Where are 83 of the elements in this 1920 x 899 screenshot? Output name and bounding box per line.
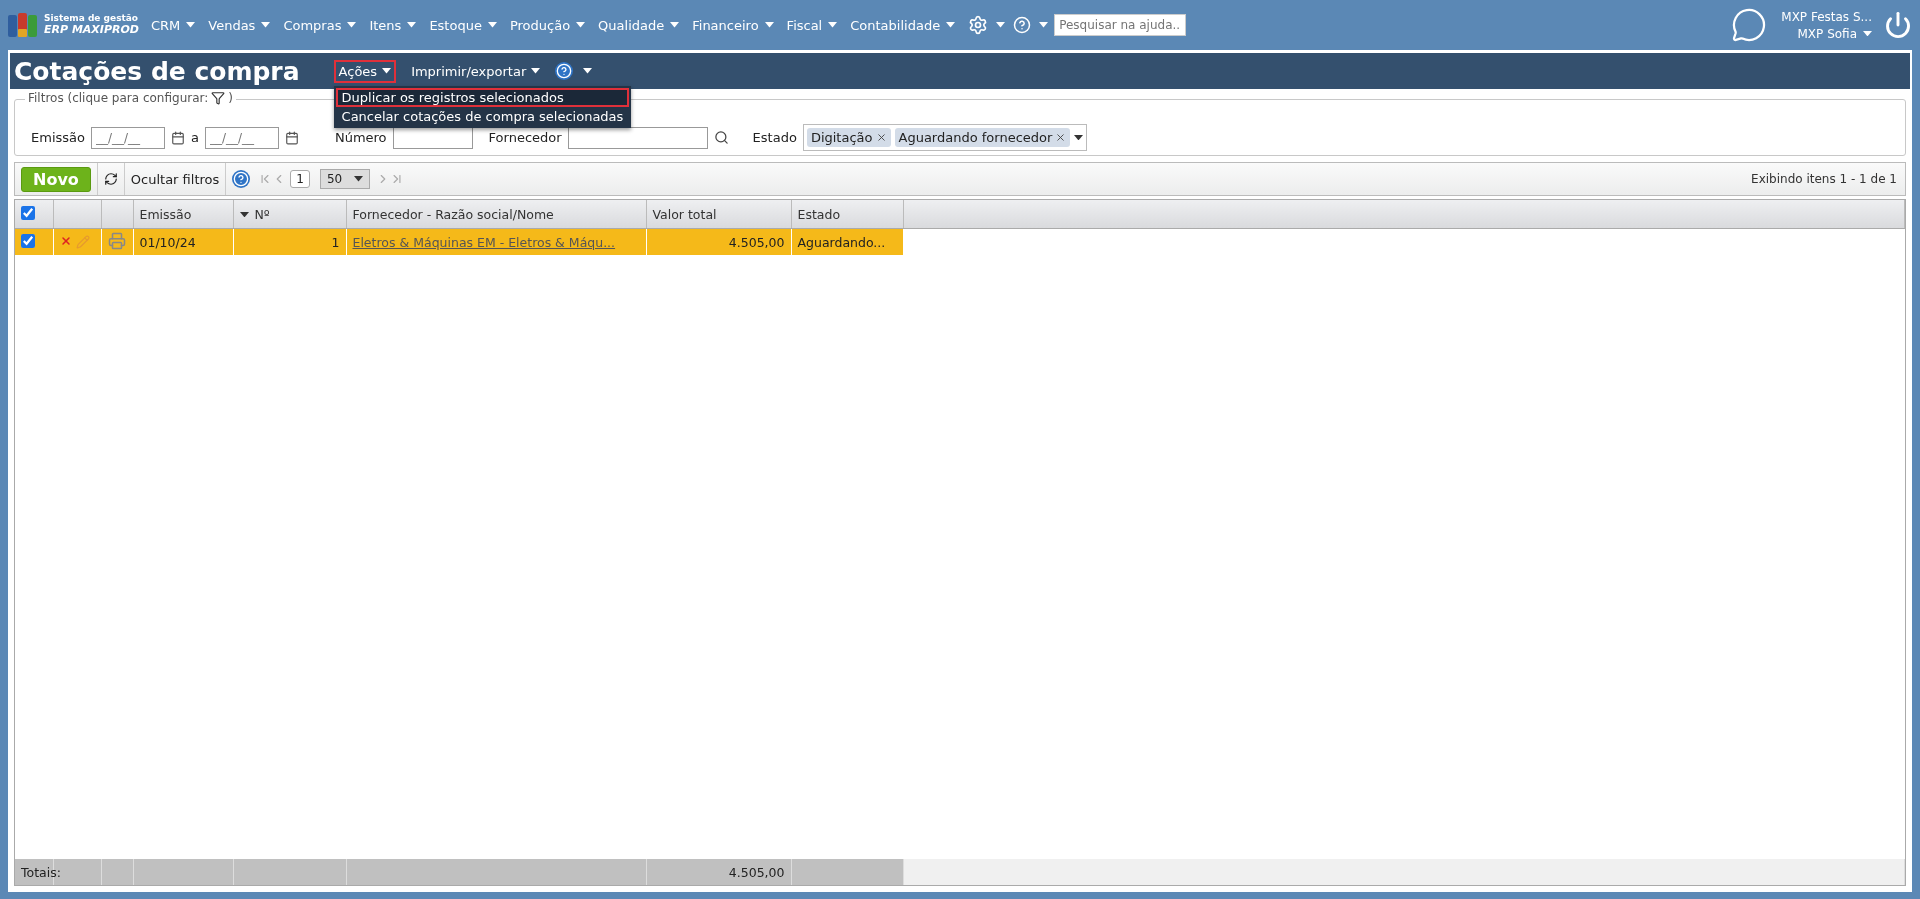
- caret-icon: [1074, 134, 1084, 141]
- table-cell: 4.505,00: [728, 234, 785, 250]
- filter-label: Estado: [752, 130, 797, 145]
- export-menu[interactable]: Imprimir/exportar: [406, 59, 546, 83]
- remove-icon[interactable]: [1055, 132, 1067, 143]
- nav-menu-item[interactable]: Qualidade: [598, 17, 680, 33]
- calendar-icon: [284, 130, 299, 145]
- brand-name: ERP MAXIPROD: [44, 23, 139, 36]
- sort-icon: [239, 211, 249, 218]
- range-separator: a: [190, 130, 199, 145]
- nav-menu-item[interactable]: Produção: [509, 17, 586, 33]
- status-tag[interactable]: Aguardando fornecedor: [894, 128, 1071, 147]
- status-select[interactable]: Digitação Aguardando fornecedor: [802, 124, 1088, 151]
- settings-caret-icon: [996, 22, 1006, 28]
- page-number-field[interactable]: 1: [290, 170, 310, 188]
- caret-icon: [764, 22, 774, 28]
- table-cell: 1: [331, 234, 340, 250]
- help-icon[interactable]: [555, 62, 574, 80]
- legend-paren: ): [228, 91, 233, 105]
- caret-icon: [186, 22, 196, 28]
- nav-menu-item[interactable]: Itens: [369, 17, 417, 33]
- caret-icon: [354, 176, 364, 182]
- table-cell: 01/10/24: [139, 234, 196, 250]
- settings-icon: [968, 15, 989, 35]
- refresh-icon: [103, 172, 118, 186]
- caret-icon: [531, 68, 541, 74]
- caret-icon: [1863, 30, 1872, 37]
- status-tag[interactable]: Digitação: [806, 128, 891, 147]
- filter-label: Fornecedor: [488, 130, 562, 145]
- dropdown-item[interactable]: Cancelar cotações de compra selecionadas: [335, 106, 630, 126]
- calendar-icon: [170, 130, 185, 145]
- caret-icon: [576, 22, 586, 28]
- help-caret-icon: [1039, 22, 1049, 28]
- company-name: MXP Festas S...: [1781, 9, 1872, 24]
- printer-icon: [107, 231, 126, 250]
- nav-menu-item[interactable]: Financeiro: [692, 17, 774, 33]
- row-checkbox[interactable]: [21, 233, 35, 248]
- caret-icon: [828, 22, 838, 28]
- caret-icon: [946, 22, 956, 28]
- actions-menu[interactable]: Ações: [333, 59, 397, 83]
- supplier-field[interactable]: [567, 126, 708, 149]
- number-field[interactable]: [392, 126, 473, 149]
- brand-subtitle: Sistema de gestão: [44, 14, 139, 24]
- date-field[interactable]: __/__/__: [90, 126, 165, 149]
- filter-icon: [211, 91, 226, 105]
- chat-icon: [1731, 7, 1768, 43]
- column-header[interactable]: Nº: [239, 206, 270, 222]
- help-icon: [1013, 16, 1032, 34]
- help-caret-icon: [583, 68, 593, 74]
- page-size-select[interactable]: 50: [319, 169, 371, 189]
- table-cell: Aguardando...: [797, 234, 886, 250]
- logo-icon: [8, 11, 38, 39]
- totals-value: 4.505,00: [728, 864, 785, 880]
- nav-menu-item[interactable]: Compras: [283, 17, 357, 33]
- caret-icon: [670, 22, 680, 28]
- caret-icon: [347, 22, 357, 28]
- filters-legend[interactable]: Filtros (clique para configurar:: [28, 91, 209, 105]
- nav-menu-item[interactable]: CRM: [150, 17, 196, 33]
- help-search-field[interactable]: Pesquisar na ajuda...: [1054, 14, 1187, 36]
- pencil-icon: [75, 235, 90, 249]
- page-title: Cotações de compra: [14, 56, 300, 86]
- caret-icon: [407, 22, 417, 28]
- power-icon: [1884, 11, 1912, 39]
- caret-icon: [487, 22, 497, 28]
- date-field[interactable]: __/__/__: [204, 126, 279, 149]
- hide-filters-button[interactable]: Ocultar filtros: [123, 163, 226, 195]
- items-summary: Exibindo itens 1 - 1 de 1: [1751, 172, 1897, 186]
- filter-label: Número: [334, 130, 387, 145]
- remove-icon[interactable]: [875, 132, 887, 143]
- user-menu[interactable]: MXP Sofia: [1797, 26, 1872, 41]
- delete-icon: [59, 235, 72, 247]
- nav-menu-item[interactable]: Fiscal: [786, 17, 838, 33]
- caret-icon: [261, 22, 271, 28]
- filter-label: Emissão: [31, 130, 85, 145]
- help-icon[interactable]: [232, 170, 251, 188]
- totals-label: Totais:: [21, 864, 61, 880]
- nav-menu-item[interactable]: Vendas: [208, 17, 271, 33]
- dropdown-item[interactable]: Duplicar os registros selecionados: [335, 87, 630, 107]
- nav-menu-item[interactable]: Contabilidade: [850, 17, 956, 33]
- search-icon: [713, 130, 729, 145]
- nav-menu-item[interactable]: Estoque: [429, 17, 497, 33]
- select-all-checkbox[interactable]: [21, 205, 35, 220]
- caret-icon: [382, 68, 392, 74]
